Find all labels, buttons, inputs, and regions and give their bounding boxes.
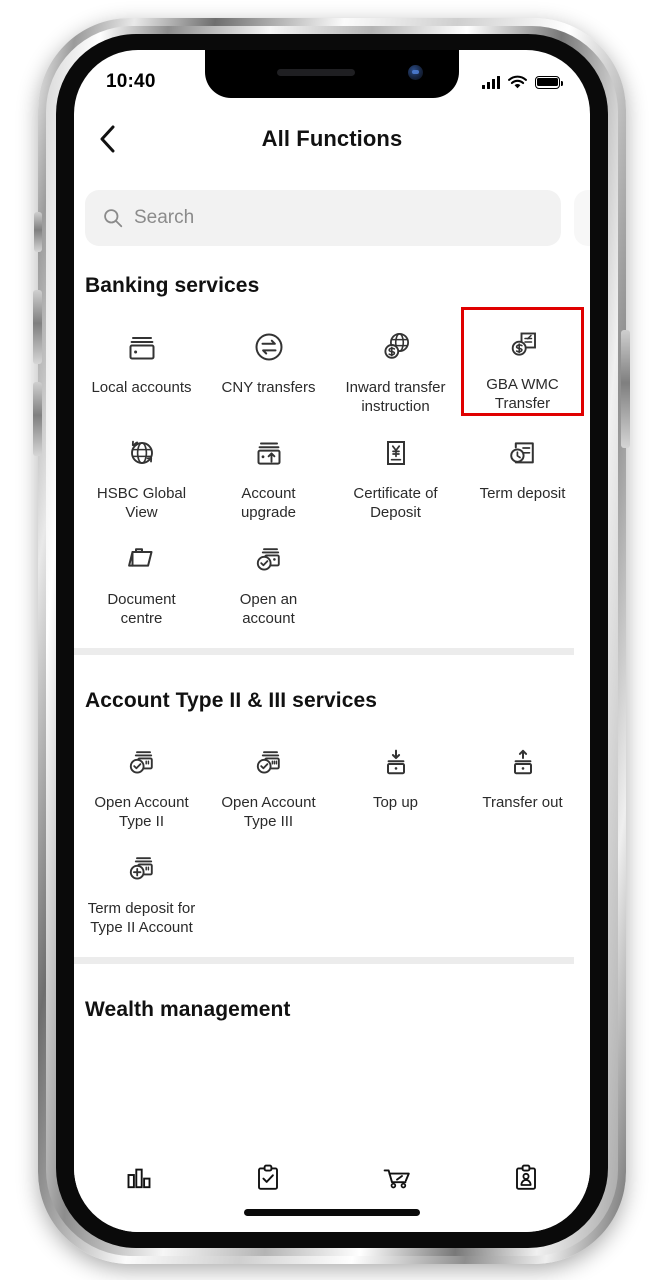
scroll-content[interactable]: Search Banking services Local accounts C… xyxy=(74,170,590,1140)
home-indicator[interactable] xyxy=(244,1209,420,1216)
tile-local-accounts[interactable]: Local accounts xyxy=(78,310,205,416)
globe-refresh-icon xyxy=(123,432,161,474)
wallet-up-arrow-icon xyxy=(250,432,288,474)
tile-label: HSBC Global View xyxy=(96,485,187,521)
tile-label: Top up xyxy=(372,794,419,811)
tile-label: Transfer out xyxy=(482,794,563,811)
wallet-download-icon xyxy=(377,741,415,783)
tile-label: Term deposit xyxy=(479,485,566,502)
back-chevron-icon xyxy=(100,125,115,153)
wifi-icon xyxy=(508,75,527,88)
clipboard-check-icon xyxy=(257,1164,278,1190)
section-divider xyxy=(74,957,574,964)
search-placeholder: Search xyxy=(134,207,195,228)
nav-header: All Functions xyxy=(74,108,590,170)
power-button[interactable] xyxy=(621,330,630,448)
tile-empty xyxy=(205,831,332,937)
tab-profile[interactable] xyxy=(461,1156,590,1200)
signal-bars-icon xyxy=(482,75,500,89)
search-adjacent-card-peek xyxy=(574,190,590,246)
screenshot-stage: 10:40 All Functions Search Banking servi… xyxy=(0,0,663,1280)
search-input[interactable]: Search xyxy=(85,190,561,246)
tile-grid: Open Account Type II Open Account Type I… xyxy=(74,717,590,937)
yen-document-icon xyxy=(377,432,415,474)
tile-label: GBA WMC Transfer xyxy=(486,376,559,412)
section-wealth-management: Wealth management xyxy=(74,968,590,1030)
back-button[interactable] xyxy=(88,119,128,159)
tile-term-deposit[interactable]: Term deposit xyxy=(459,416,586,522)
tile-gba-wmc-transfer[interactable]: GBA WMC Transfer xyxy=(461,307,584,416)
tile-label: Local accounts xyxy=(91,379,192,396)
tile-label: Account upgrade xyxy=(240,485,297,521)
section-title: Banking services xyxy=(85,274,260,297)
tile-label: Certificate of Deposit xyxy=(353,485,438,521)
folder-icon xyxy=(123,538,161,580)
exchange-circle-icon xyxy=(250,326,288,368)
tab-tasks[interactable] xyxy=(203,1156,332,1200)
status-indicators xyxy=(482,75,563,90)
tile-open-an-account[interactable]: Open an account xyxy=(205,522,332,628)
search-icon xyxy=(104,209,123,228)
wallet-upload-icon xyxy=(504,741,542,783)
document-currency-icon xyxy=(504,323,542,365)
silent-switch-button[interactable] xyxy=(34,212,42,252)
device-notch xyxy=(205,50,459,98)
wallet-icon xyxy=(123,326,161,368)
shopping-cart-icon xyxy=(383,1169,410,1189)
tile-label: Term deposit for Type II Account xyxy=(87,900,196,936)
tile-top-up[interactable]: Top up xyxy=(332,725,459,831)
section-account-type-services: Account Type II & III services Open Acco… xyxy=(74,659,590,968)
globe-currency-icon xyxy=(377,326,415,368)
bar-chart-icon xyxy=(127,1168,150,1189)
tile-document-centre[interactable]: Document centre xyxy=(78,522,205,628)
tile-open-account-type-ii[interactable]: Open Account Type II xyxy=(78,725,205,831)
bottom-tab-bar xyxy=(74,1140,590,1232)
volume-up-button[interactable] xyxy=(33,290,42,364)
tile-transfer-out[interactable]: Transfer out xyxy=(459,725,586,831)
tab-insights[interactable] xyxy=(74,1156,203,1200)
tile-inward-transfer-instruction[interactable]: Inward transfer instruction xyxy=(332,310,459,416)
tile-label: CNY transfers xyxy=(221,379,316,396)
search-row: Search xyxy=(74,170,590,246)
volume-down-button[interactable] xyxy=(33,382,42,456)
section-divider xyxy=(74,648,574,655)
phone-screen: 10:40 All Functions Search Banking servi… xyxy=(74,50,590,1232)
earpiece-speaker-icon xyxy=(277,69,355,76)
tile-label: Inward transfer instruction xyxy=(345,379,446,415)
wallet-check-icon xyxy=(250,538,288,580)
tile-label: Open an account xyxy=(239,591,298,627)
tile-label: Open Account Type II xyxy=(94,794,189,830)
status-time: 10:40 xyxy=(106,71,156,92)
tile-account-upgrade[interactable]: Account upgrade xyxy=(205,416,332,522)
page-title: All Functions xyxy=(261,126,403,151)
tile-label: Open Account Type III xyxy=(221,794,316,830)
tile-hsbc-global-view[interactable]: HSBC Global View xyxy=(78,416,205,522)
section-title: Account Type II & III services xyxy=(85,689,378,712)
battery-full-icon xyxy=(535,75,563,89)
section-banking-services: Banking services Local accounts CNY tran… xyxy=(74,244,590,659)
section-title: Wealth management xyxy=(85,998,291,1021)
clipboard-person-icon xyxy=(515,1164,536,1190)
wallet-plus-icon xyxy=(123,847,161,889)
front-camera-icon xyxy=(408,65,423,80)
tile-cny-transfers[interactable]: CNY transfers xyxy=(205,310,332,416)
tile-grid: Local accounts CNY transfers Inward tran… xyxy=(74,302,590,628)
tab-shop[interactable] xyxy=(332,1156,461,1200)
tile-empty xyxy=(332,831,459,937)
tile-label: Document centre xyxy=(107,591,176,627)
tile-term-deposit-type-ii[interactable]: Term deposit for Type II Account xyxy=(78,831,205,937)
wallet-check-three-icon xyxy=(250,741,288,783)
tile-empty xyxy=(459,831,586,937)
tile-open-account-type-iii[interactable]: Open Account Type III xyxy=(205,725,332,831)
wallet-check-two-icon xyxy=(123,741,161,783)
clock-document-icon xyxy=(504,432,542,474)
tile-certificate-of-deposit[interactable]: Certificate of Deposit xyxy=(332,416,459,522)
